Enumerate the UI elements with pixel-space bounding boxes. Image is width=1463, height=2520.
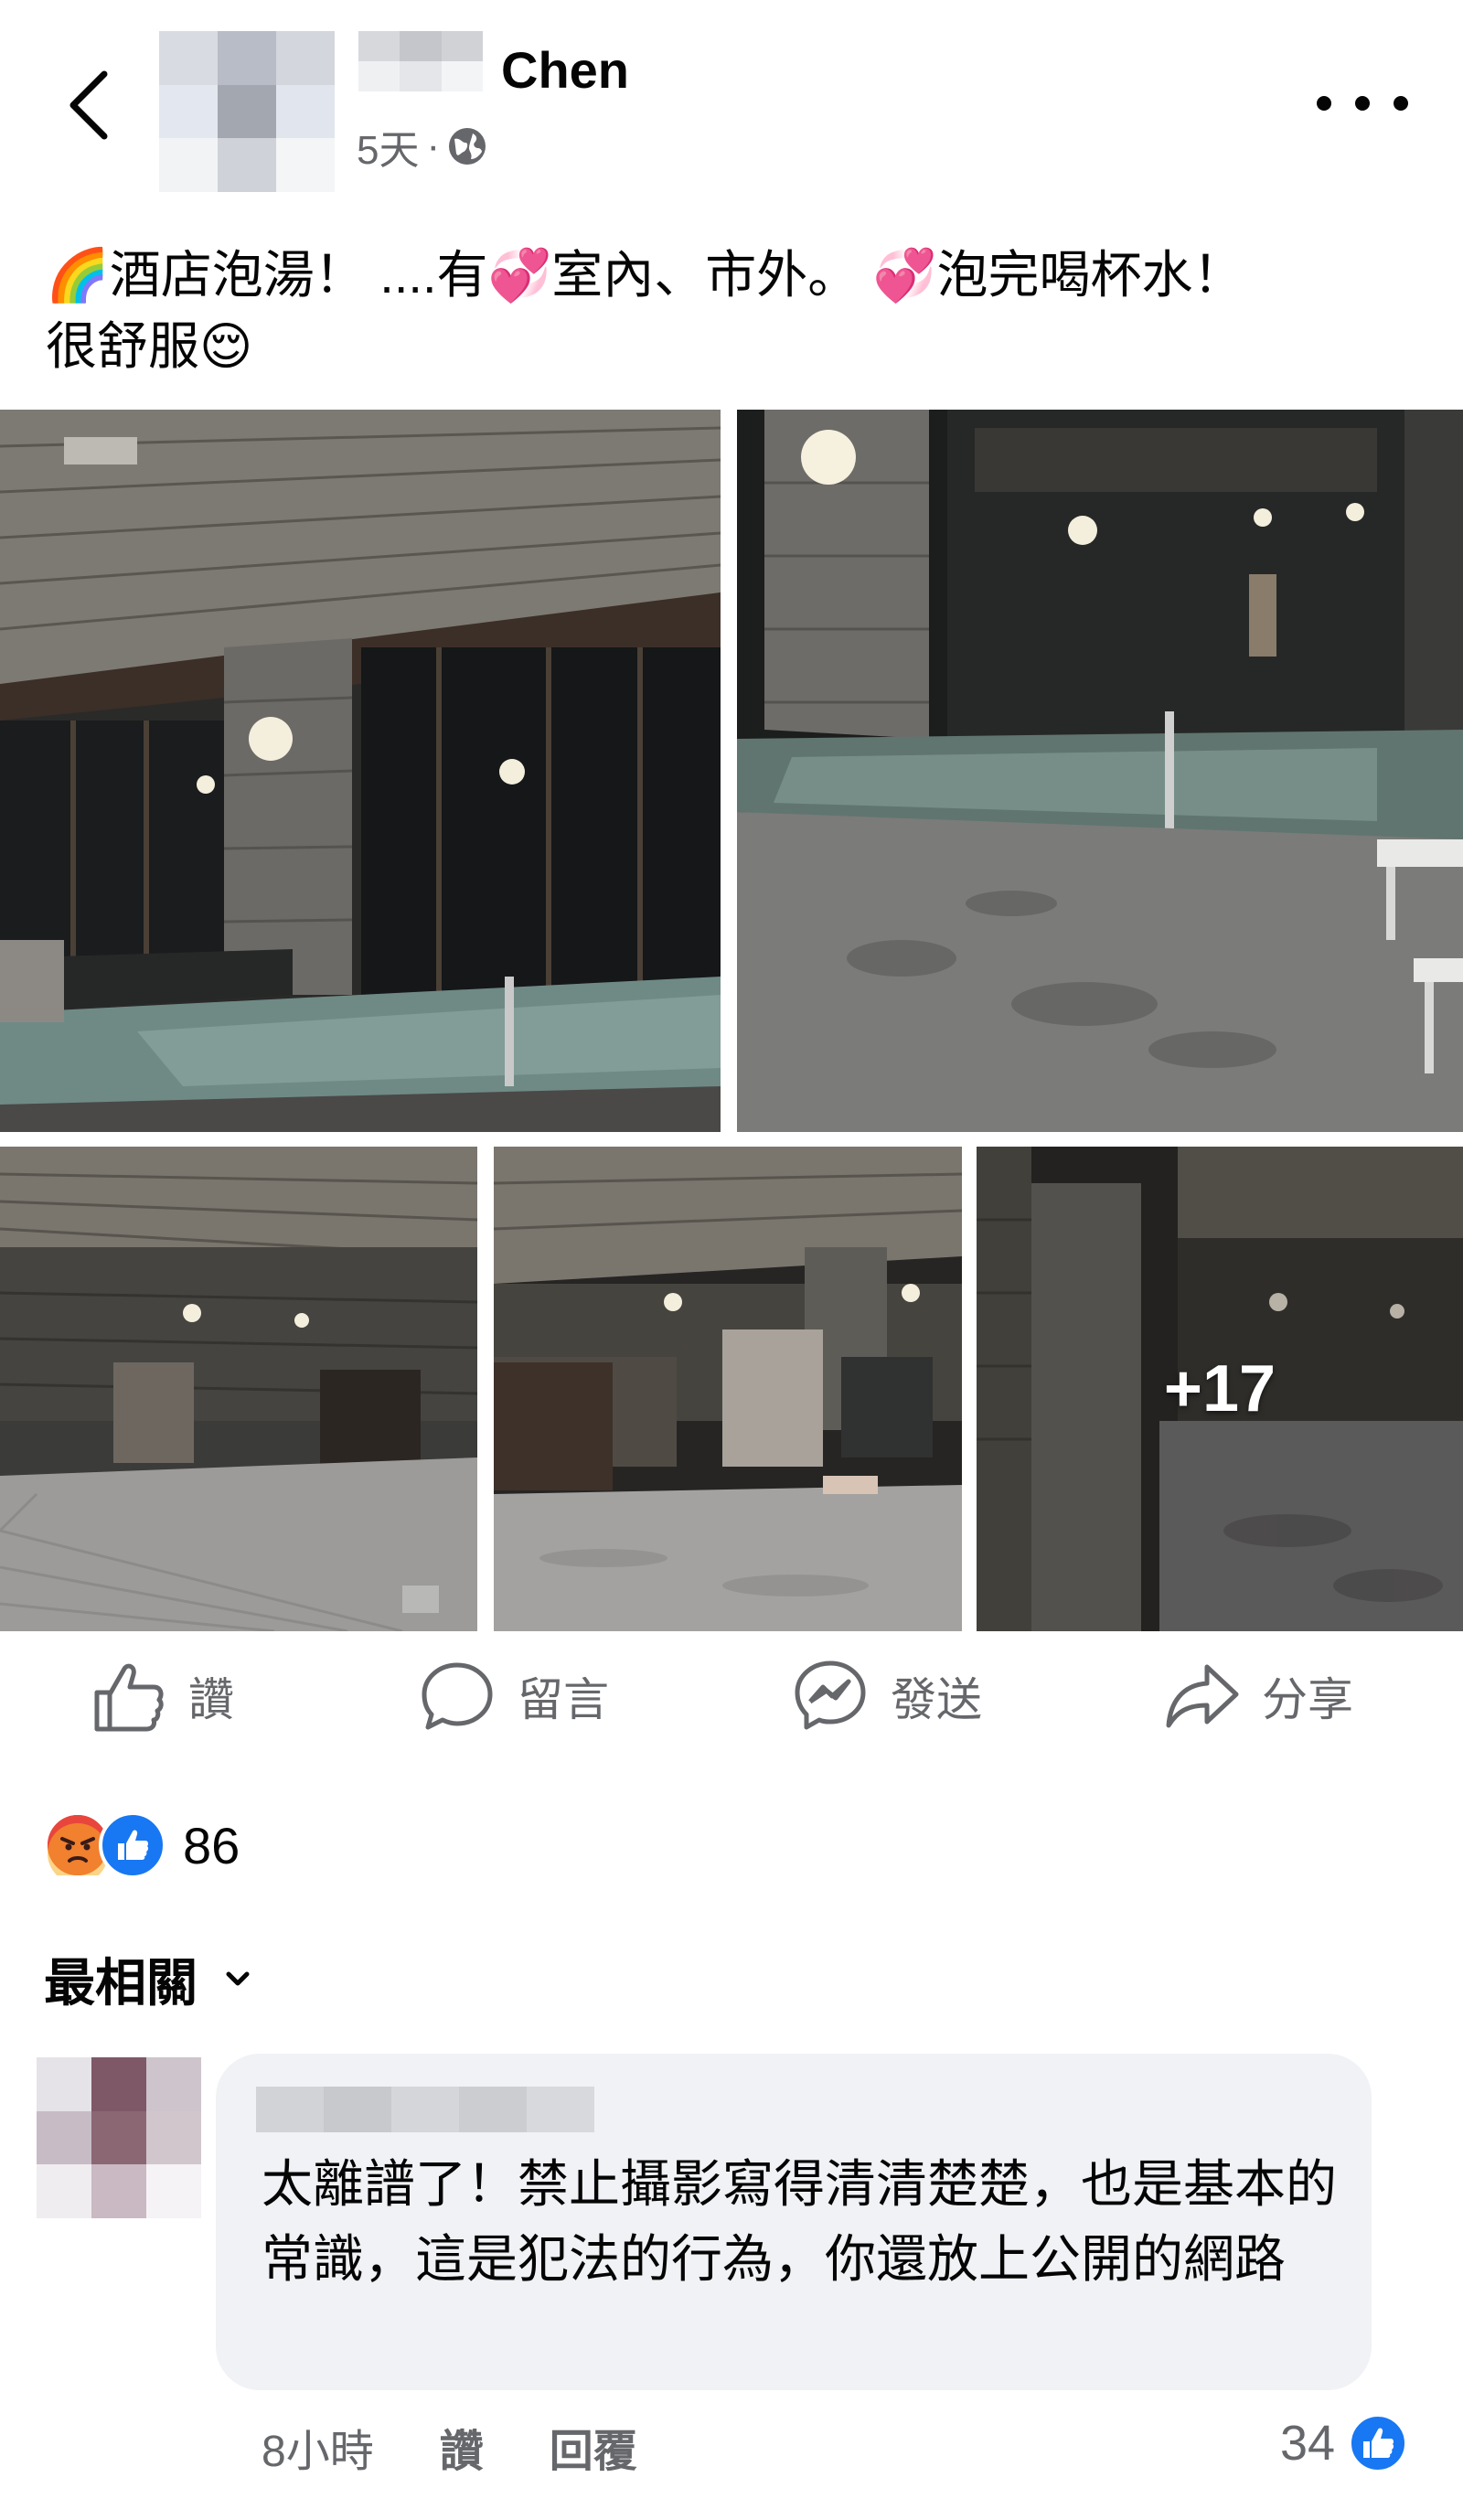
comment-reply-button[interactable]: 回覆 xyxy=(550,2415,637,2479)
reaction-count: 86 xyxy=(183,1816,240,1874)
chevron-left-icon xyxy=(69,70,108,140)
comment-like-button[interactable]: 讚 xyxy=(440,2415,484,2479)
like-reaction-icon xyxy=(99,1811,166,1879)
author-avatar[interactable] xyxy=(159,31,335,192)
comment-label: 留言 xyxy=(518,1674,609,1725)
comment-sort-label: 最相關 xyxy=(44,1954,198,2012)
share-label: 分享 xyxy=(1262,1674,1353,1725)
globe-icon xyxy=(449,128,486,165)
commenter-avatar[interactable] xyxy=(37,2057,201,2218)
comment-bubble[interactable]: 太離譜了！禁止攝影寫得清清楚楚，也是基本的常識，這是犯法的行為，你還放上公開的網… xyxy=(216,2054,1372,2390)
comment-button[interactable]: 留言 xyxy=(419,1646,609,1746)
post-timestamp[interactable]: 5天 xyxy=(357,117,419,176)
comment-bubble-icon xyxy=(422,1662,493,1730)
author-name-blurred xyxy=(358,31,483,91)
post-photo-2[interactable] xyxy=(737,410,1463,1132)
messenger-icon xyxy=(795,1660,866,1730)
back-button[interactable] xyxy=(57,64,121,146)
more-photos-count: +17 xyxy=(1163,1352,1276,1426)
post-meta: 5天 · xyxy=(357,117,487,176)
commenter-name-blurred xyxy=(256,2087,594,2132)
comment-like-count: 34 xyxy=(1280,2416,1336,2471)
reactions-summary[interactable]: 86 xyxy=(44,1809,240,1882)
chevron-down-icon xyxy=(226,1971,250,1985)
more-options-button[interactable] xyxy=(1317,80,1408,126)
comment-reactions[interactable]: 34 xyxy=(1280,2407,1409,2480)
meta-separator: · xyxy=(426,123,441,168)
like-reaction-icon xyxy=(1348,2413,1409,2473)
like-label: 讚 xyxy=(188,1674,234,1725)
post-text: 🌈酒店泡湯！ ....有💞室內、市外。 💞泡完喝杯水！ 很舒服😌 xyxy=(46,246,1244,375)
comment-footer: 8小時 讚 回覆 xyxy=(262,2410,637,2483)
thumbs-up-icon xyxy=(94,1663,164,1732)
author-name[interactable]: Chen xyxy=(501,40,629,100)
send-label: 發送 xyxy=(891,1674,982,1725)
comment-text: 太離譜了！禁止攝影寫得清清楚楚，也是基本的常識，這是犯法的行為，你還放上公開的網… xyxy=(262,2155,1337,2288)
post-page: Chen 5天 · 🌈酒店泡湯！ ....有💞室內、市外。 💞泡完喝杯水！ 很舒… xyxy=(0,0,1463,2520)
comment-time[interactable]: 8小時 xyxy=(262,2415,374,2479)
post-photo-4[interactable] xyxy=(494,1147,962,1631)
post-photo-more[interactable]: +17 xyxy=(977,1147,1463,1631)
more-horizontal-icon xyxy=(1317,96,1331,111)
post-photo-1[interactable] xyxy=(0,410,721,1132)
comment-sort-dropdown[interactable]: 最相關 xyxy=(44,1942,251,2016)
send-button[interactable]: 發送 xyxy=(792,1646,982,1746)
post-photo-3[interactable] xyxy=(0,1147,477,1631)
post-action-bar: 讚 留言 發送 分享 xyxy=(0,1646,1463,1746)
share-button[interactable]: 分享 xyxy=(1163,1646,1353,1746)
share-arrow-icon xyxy=(1166,1664,1239,1728)
like-button[interactable]: 讚 xyxy=(90,1646,234,1746)
